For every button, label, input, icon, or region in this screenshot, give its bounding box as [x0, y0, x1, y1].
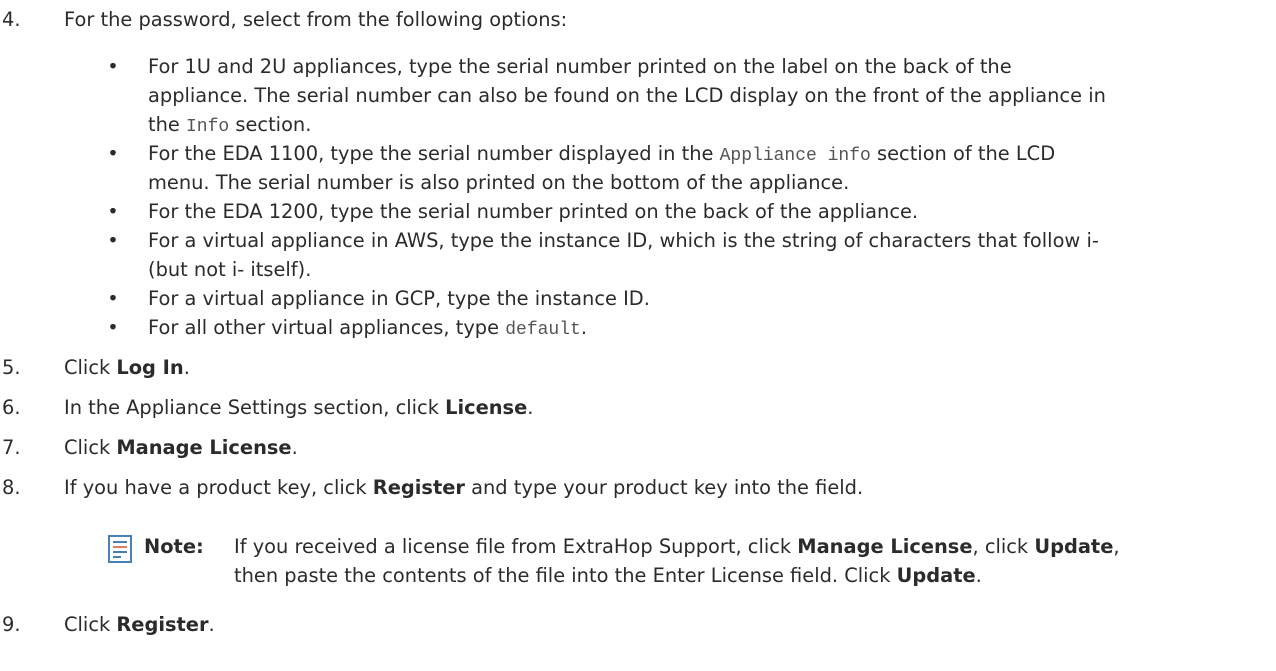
step-7: 7. Click Manage License.: [0, 433, 1276, 462]
text-run: section of the LCD: [870, 142, 1056, 165]
ui-term: Update: [896, 564, 976, 587]
text-run: For all other virtual appliances, type: [148, 316, 506, 339]
bullet-symbol: •: [107, 142, 119, 165]
text-run: Click: [64, 613, 117, 636]
note-label: Note:: [144, 535, 204, 558]
ui-term: Manage License: [116, 436, 292, 459]
code-text: default: [505, 320, 581, 340]
text-run: and type your product key into the field…: [464, 476, 864, 499]
bullet-line: For 1U and 2U appliances, type the seria…: [148, 55, 1012, 78]
note-icon: [108, 535, 132, 563]
bullet-line: menu. The serial number is also printed …: [148, 171, 850, 194]
text-run: Click: [64, 356, 117, 379]
ui-term: Manage License: [797, 535, 973, 558]
step-number: 7.: [2, 436, 21, 459]
text-run: Click: [64, 436, 117, 459]
note-line: If you received a license file from Extr…: [234, 532, 1274, 561]
step-text: For the password, select from the follow…: [64, 8, 568, 31]
bullet-symbol: •: [107, 229, 119, 252]
note-line: then paste the contents of the file into…: [234, 561, 1274, 590]
text-run: For the EDA 1100, type the serial number…: [148, 142, 720, 165]
ui-term: Update: [1034, 535, 1114, 558]
step-8: 8. If you have a product key, click Regi…: [0, 473, 1276, 502]
step-number: 9.: [2, 613, 21, 636]
bullet-line: For a virtual appliance in GCP, type the…: [148, 287, 650, 310]
text-run: .: [208, 613, 215, 636]
text-run: .: [580, 316, 588, 339]
note-box: Note: If you received a license file fro…: [108, 532, 1268, 590]
ui-term: Register: [372, 476, 465, 499]
bullet-line: For a virtual appliance in AWS, type the…: [148, 229, 1099, 252]
code-text: Info: [186, 117, 230, 137]
bullet-line: appliance. The serial number can also be…: [148, 84, 1106, 107]
step-6: 6. In the Appliance Settings section, cl…: [0, 393, 1276, 422]
text-run: .: [975, 564, 982, 587]
ui-term: License: [445, 396, 528, 419]
step-number: 5.: [2, 356, 21, 379]
step-text: If you have a product key, click Registe…: [64, 473, 863, 502]
ui-term: Register: [116, 613, 209, 636]
text-run: , click: [972, 535, 1035, 558]
bullet-symbol: •: [107, 287, 119, 310]
step-9: 9. Click Register.: [0, 610, 1276, 639]
text-run: .: [183, 356, 190, 379]
ui-term: Log In: [116, 356, 184, 379]
text-run: .: [291, 436, 298, 459]
text-run: section.: [229, 113, 312, 136]
text-run: then paste the contents of the file into…: [234, 564, 897, 587]
text-run: ,: [1113, 535, 1120, 558]
step-number: 6.: [2, 396, 21, 419]
text-run: In the Appliance Settings section, click: [64, 396, 446, 419]
code-text: Appliance info: [719, 146, 871, 166]
text-run: If you received a license file from Extr…: [234, 535, 798, 558]
step-text: Click Register.: [64, 610, 215, 639]
bullet-symbol: •: [107, 316, 119, 339]
bullet-line: For all other virtual appliances, type d…: [148, 313, 1268, 342]
text-run: If you have a product key, click: [64, 476, 373, 499]
step-number: 4.: [2, 8, 21, 31]
step-4: 4. For the password, select from the fol…: [0, 5, 1276, 34]
bullet-symbol: •: [107, 55, 119, 78]
step-5: 5. Click Log In.: [0, 353, 1276, 382]
text-run: the: [148, 113, 186, 136]
step-text: Click Manage License.: [64, 433, 298, 462]
bullet-symbol: •: [107, 200, 119, 223]
bullet-line: (but not i- itself).: [148, 258, 312, 281]
note-body: If you received a license file from Extr…: [234, 532, 1274, 590]
bullet-line: the Info section.: [148, 110, 1268, 139]
document-page: 4. For the password, select from the fol…: [0, 0, 1276, 671]
step-text: Click Log In.: [64, 353, 190, 382]
step-text: In the Appliance Settings section, click…: [64, 393, 533, 422]
bullet-line: For the EDA 1100, type the serial number…: [148, 139, 1268, 168]
step-number: 8.: [2, 476, 21, 499]
text-run: .: [527, 396, 534, 419]
bullet-line: For the EDA 1200, type the serial number…: [148, 200, 919, 223]
